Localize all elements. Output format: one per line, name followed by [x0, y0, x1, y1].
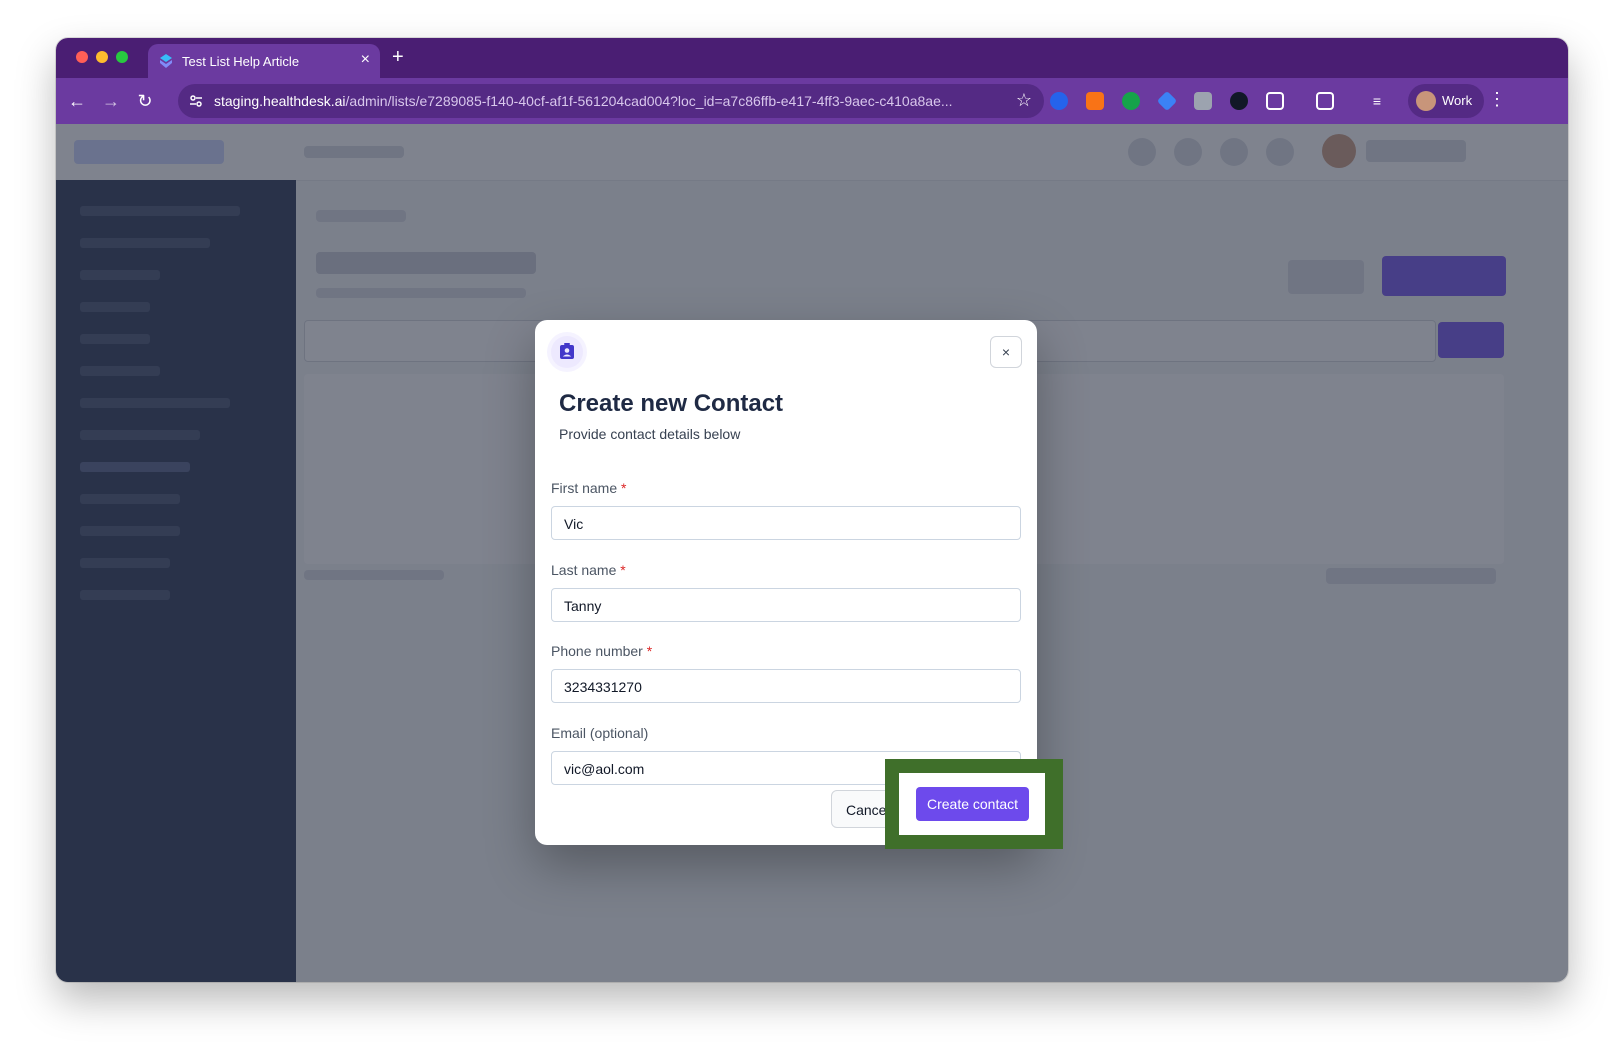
dark-extension-icon[interactable] — [1230, 92, 1248, 110]
page-content: × Create new Contact Provide contact det… — [56, 124, 1568, 982]
required-marker: * — [620, 562, 626, 578]
site-settings-icon[interactable] — [188, 93, 204, 109]
last-name-field[interactable]: Tanny — [551, 588, 1021, 622]
first-name-label: First name * — [551, 480, 626, 496]
highlight-annotation-box: Create contact — [885, 759, 1063, 849]
tab-title: Test List Help Article — [182, 54, 300, 69]
phone-number-field[interactable]: 3234331270 — [551, 669, 1021, 703]
password-manager-extension-icon[interactable] — [1050, 92, 1068, 110]
highlight-inner: Create contact — [899, 773, 1045, 835]
healthdesk-favicon-icon — [160, 54, 172, 68]
last-name-label-text: Last name — [551, 562, 617, 578]
menu-icon[interactable]: ⋮ — [1488, 89, 1506, 110]
last-name-label: Last name * — [551, 562, 626, 578]
create-contact-label: Create contact — [926, 796, 1019, 812]
address-bar[interactable]: staging.healthdesk.ai/admin/lists/e72890… — [178, 84, 1044, 118]
contact-card-icon — [551, 336, 583, 368]
back-icon[interactable]: ← — [66, 90, 88, 112]
create-contact-button[interactable]: Create contact — [916, 787, 1029, 821]
close-window-icon[interactable] — [76, 51, 88, 63]
extensions-icon[interactable] — [1266, 92, 1284, 110]
tab-search-icon[interactable] — [1316, 92, 1334, 110]
reload-icon[interactable]: ↻ — [134, 90, 156, 112]
forward-icon[interactable]: → — [100, 90, 122, 112]
reading-list-icon[interactable]: ≡ — [1368, 92, 1386, 110]
last-name-value: Tanny — [564, 598, 602, 614]
url-host: staging.healthdesk.ai — [214, 93, 346, 109]
phone-number-value: 3234331270 — [564, 679, 642, 695]
close-modal-button[interactable]: × — [990, 336, 1022, 368]
first-name-value: Vic — [564, 516, 584, 532]
browser-tab[interactable]: Test List Help Article × — [148, 44, 380, 78]
hubspot-extension-icon[interactable] — [1086, 92, 1104, 110]
required-marker: * — [621, 480, 627, 496]
tab-strip: Test List Help Article × + — [56, 38, 1568, 78]
avatar — [1416, 91, 1436, 111]
url-path: /admin/lists/e7289085-f140-40cf-af1f-561… — [345, 93, 953, 109]
phone-number-label: Phone number * — [551, 643, 652, 659]
first-name-field[interactable]: Vic — [551, 506, 1021, 540]
contact-card-glyph — [560, 343, 574, 359]
browser-window: Test List Help Article × + ← → ↻ staging… — [56, 38, 1568, 982]
minimize-window-icon[interactable] — [96, 51, 108, 63]
browser-toolbar: ← → ↻ staging.healthdesk.ai/admin/lists/… — [56, 78, 1568, 124]
email-value: vic@aol.com — [564, 761, 645, 777]
cancel-label: Cancel — [846, 802, 890, 818]
maximize-window-icon[interactable] — [116, 51, 128, 63]
code-extension-icon[interactable] — [1194, 92, 1212, 110]
required-marker: * — [646, 643, 653, 659]
tab-close-icon[interactable]: × — [361, 51, 370, 69]
email-label: Email (optional) — [551, 725, 649, 741]
url-text: staging.healthdesk.ai/admin/lists/e72890… — [214, 93, 953, 109]
phone-number-label-text: Phone number — [551, 643, 643, 659]
first-name-label-text: First name — [551, 480, 618, 496]
bookmark-star-icon[interactable]: ☆ — [1016, 90, 1032, 111]
modal-subtitle: Provide contact details below — [559, 426, 741, 442]
modal-title: Create new Contact — [559, 390, 784, 417]
grammarly-extension-icon[interactable] — [1122, 92, 1140, 110]
new-tab-button[interactable]: + — [392, 46, 404, 68]
profile-button[interactable]: Work — [1408, 84, 1484, 118]
tag-extension-icon[interactable] — [1156, 90, 1178, 112]
profile-label: Work — [1442, 93, 1473, 108]
